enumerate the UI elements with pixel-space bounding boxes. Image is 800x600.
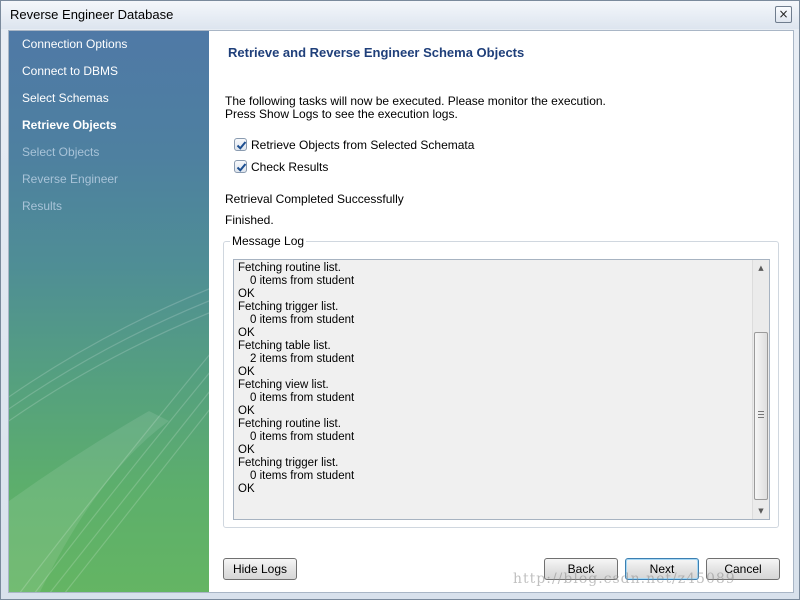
sidebar-item-connection-options: Connection Options <box>22 37 128 51</box>
status-text: Retrieval Completed Successfully <box>225 192 404 206</box>
task-retrieve-objects: Retrieve Objects from Selected Schemata <box>251 138 475 152</box>
intro-text-line-1: The following tasks will now be executed… <box>225 94 606 108</box>
dialog-client-area: Connection Options Connect to DBMS Selec… <box>8 30 794 593</box>
hide-logs-button[interactable]: Hide Logs <box>223 558 297 580</box>
checkmark-icon <box>234 138 247 151</box>
log-line: 0 items from student <box>250 275 355 287</box>
scrollbar-thumb[interactable] <box>754 332 768 500</box>
log-line: Fetching view list. <box>238 379 329 391</box>
message-log-label: Message Log <box>230 234 307 248</box>
sidebar-item-reverse-engineer: Reverse Engineer <box>22 172 119 186</box>
log-scrollbar[interactable]: ▲ ▼ <box>752 260 769 519</box>
task-check-results: Check Results <box>251 160 329 174</box>
sidebar-swoosh-decoration <box>9 288 209 592</box>
sidebar-item-results: Results <box>22 199 63 213</box>
scroll-down-arrow-icon[interactable]: ▼ <box>753 503 769 519</box>
log-line: 2 items from student <box>250 353 355 365</box>
sidebar-item-connect-to-dbms: Connect to DBMS <box>22 64 119 78</box>
log-line: OK <box>238 366 255 378</box>
grip-icon <box>758 411 764 418</box>
reverse-engineer-dialog: Reverse Engineer Database × Connection O <box>0 0 800 600</box>
log-line: OK <box>238 444 255 456</box>
log-line: 0 items from student <box>250 314 355 326</box>
wizard-sidebar: Connection Options Connect to DBMS Selec… <box>9 31 209 592</box>
log-line: OK <box>238 288 255 300</box>
log-line: Fetching routine list. <box>238 262 341 274</box>
window-title: Reverse Engineer Database <box>10 7 174 22</box>
scroll-up-arrow-icon[interactable]: ▲ <box>753 260 769 276</box>
log-line: OK <box>238 327 255 339</box>
sidebar-item-select-schemas: Select Schemas <box>22 91 109 105</box>
log-line: Fetching trigger list. <box>238 457 339 469</box>
close-button[interactable]: × <box>775 6 792 23</box>
watermark: http://blog.csdn.net/z45089 <box>513 571 736 587</box>
message-log-group: Message Log Fetching routine list. 0 item… <box>223 234 779 528</box>
log-line: Fetching table list. <box>238 340 331 352</box>
log-line: OK <box>238 405 255 417</box>
intro-text-line-2: Press Show Logs to see the execution log… <box>225 107 458 121</box>
log-lines: Fetching routine list. 0 items from stude… <box>238 262 748 496</box>
sidebar-item-retrieve-objects: Retrieve Objects <box>22 118 117 132</box>
log-line: 0 items from student <box>250 392 355 404</box>
log-line: Fetching routine list. <box>238 418 341 430</box>
wizard-content: Retrieve and Reverse Engineer Schema Obj… <box>209 31 793 592</box>
sidebar-item-select-objects: Select Objects <box>22 145 100 159</box>
page-title: Retrieve and Reverse Engineer Schema Obj… <box>228 45 525 60</box>
log-line: OK <box>238 483 255 495</box>
log-line: Fetching trigger list. <box>238 301 339 313</box>
message-log-textarea[interactable]: Fetching routine list. 0 items from stude… <box>233 259 770 520</box>
checkmark-icon <box>234 160 247 173</box>
log-line: 0 items from student <box>250 431 355 443</box>
log-line: 0 items from student <box>250 470 355 482</box>
title-bar[interactable]: Reverse Engineer Database × <box>1 1 799 29</box>
finished-text: Finished. <box>225 213 274 227</box>
